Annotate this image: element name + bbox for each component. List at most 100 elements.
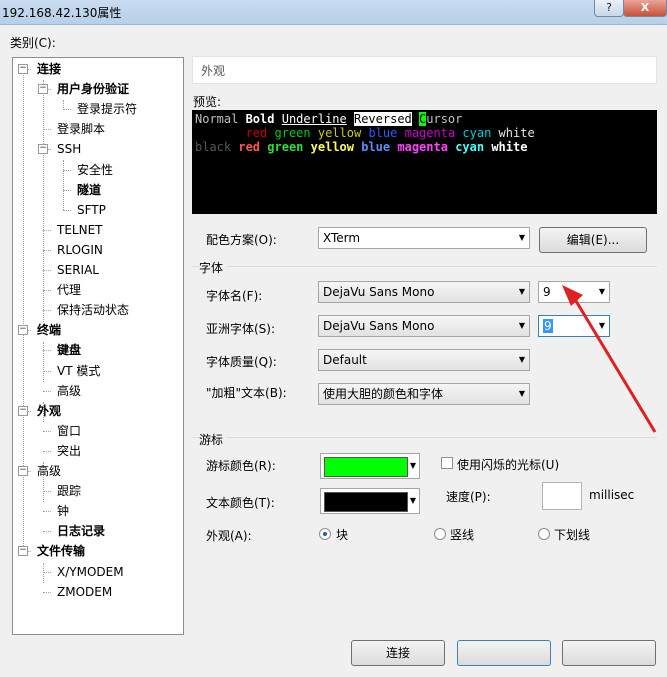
tree-item[interactable]: 安全性	[77, 161, 113, 179]
bold-text-select[interactable]: 使用大胆的颜色和字体 ▼	[318, 383, 530, 405]
preview-line-2: red green yellow blue magenta cyan white	[195, 126, 654, 140]
tree-item[interactable]: 跟踪	[57, 482, 81, 500]
preview-black: black	[195, 140, 232, 154]
blink-cursor-checkbox[interactable]	[441, 457, 453, 469]
preview-bright-red: red	[238, 140, 261, 154]
tree-guide-line	[63, 160, 64, 210]
font-name-label: 字体名(F):	[206, 289, 263, 303]
tree-guide-line	[43, 342, 44, 382]
font-group-divider	[192, 266, 657, 267]
tree-item[interactable]: ZMODEM	[57, 583, 112, 601]
tree-item[interactable]: X/YMODEM	[57, 563, 124, 581]
preview-bright-green: green	[267, 140, 304, 154]
speed-label: 速度(P):	[446, 490, 491, 504]
tree-item[interactable]: TELNET	[57, 221, 103, 239]
shape-underline-label: 下划线	[554, 528, 591, 542]
preview-cursor-rest: ursor	[426, 112, 463, 126]
tree-item[interactable]: 窗口	[57, 422, 81, 440]
tree-collapse-icon[interactable]: −	[38, 144, 48, 155]
tree-item[interactable]: 文件传输	[37, 542, 85, 560]
speed-input[interactable]	[542, 482, 582, 510]
tree-connector	[63, 189, 71, 191]
tree-item[interactable]: 隧道	[77, 181, 101, 199]
preview-bright-blue: blue	[361, 140, 391, 154]
tree-collapse-icon[interactable]: −	[38, 84, 48, 95]
color-scheme-label: 配色方案(O):	[206, 233, 277, 247]
chevron-down-icon: ▼	[598, 287, 605, 296]
tree-item[interactable]: 用户身份验证	[57, 80, 129, 98]
shape-block-radio[interactable]	[319, 528, 331, 540]
tree-item[interactable]: 连接	[37, 60, 61, 78]
tree-connector	[43, 229, 51, 231]
tree-collapse-icon[interactable]: −	[18, 325, 28, 336]
preview-dim-yellow: yellow	[317, 126, 362, 140]
tree-item[interactable]: VT 模式	[57, 362, 100, 380]
tree-item[interactable]: 代理	[57, 281, 81, 299]
bold-text-label: "加粗"文本(B):	[206, 386, 287, 400]
text-color-picker[interactable]: ▼	[320, 488, 420, 514]
chevron-down-icon: ▼	[518, 389, 525, 398]
chevron-down-icon: ▼	[518, 321, 525, 330]
cursor-color-label: 游标颜色(R):	[206, 459, 276, 473]
color-scheme-select[interactable]: XTerm ▼	[318, 227, 530, 249]
preview-underline: Underline	[281, 112, 347, 126]
preview-dim-cyan: cyan	[462, 126, 492, 140]
font-quality-value: Default	[323, 353, 367, 367]
edit-scheme-button[interactable]: 编辑(E)...	[539, 227, 647, 253]
preview-label: 预览:	[193, 95, 222, 109]
asian-font-value: DejaVu Sans Mono	[323, 319, 435, 333]
tree-connector	[43, 491, 51, 493]
tree-item[interactable]: 键盘	[57, 341, 81, 359]
font-name-select[interactable]: DejaVu Sans Mono ▼	[318, 281, 530, 303]
font-quality-label: 字体质量(Q):	[206, 355, 277, 369]
shape-line-radio[interactable]	[434, 528, 446, 540]
font-group-title: 字体	[199, 259, 228, 276]
asian-size-select[interactable]: 9 ▼	[538, 315, 610, 337]
cursor-color-picker[interactable]: ▼	[320, 453, 420, 479]
tree-item[interactable]: 高级	[37, 462, 61, 480]
font-quality-select[interactable]: Default ▼	[318, 349, 530, 371]
preview-dim-white: white	[498, 126, 535, 140]
shape-block-label: 块	[336, 528, 349, 542]
cursor-group-divider	[192, 437, 657, 438]
tree-item[interactable]: 登录提示符	[77, 100, 137, 118]
tree-collapse-icon[interactable]: −	[18, 405, 28, 416]
tree-item[interactable]: 登录脚本	[57, 120, 105, 138]
tree-item[interactable]: 外观	[37, 402, 61, 420]
tree-item[interactable]: 高级	[57, 382, 81, 400]
close-button[interactable]: X	[623, 0, 667, 17]
tree-item[interactable]: SFTP	[77, 201, 106, 219]
chevron-down-icon: ▼	[518, 287, 525, 296]
tree-connector	[43, 591, 51, 593]
tree-item[interactable]: 终端	[37, 321, 61, 339]
preview-line-3: black red green yellow blue magenta cyan…	[195, 140, 654, 154]
tree-item[interactable]: SERIAL	[57, 261, 99, 279]
preview-line-1: Normal Bold Underline Reversed Cursor	[195, 112, 654, 126]
terminal-preview: Normal Bold Underline Reversed Cursor re…	[192, 110, 657, 214]
help-button[interactable]: ?	[594, 0, 624, 17]
category-tree[interactable]: 连接 − 用户身份验证 − 登录提示符 登录脚本 SSH − 安全性 隧道 SFTP TELNET RL…	[12, 57, 184, 635]
tree-item[interactable]: 日志记录	[57, 522, 105, 540]
connect-button[interactable]: 连接	[351, 640, 445, 666]
tree-collapse-icon[interactable]: −	[18, 466, 28, 476]
tree-collapse-icon[interactable]: −	[18, 64, 28, 74]
tree-item[interactable]: 钟	[57, 502, 69, 520]
font-name-value: DejaVu Sans Mono	[323, 285, 435, 299]
tree-collapse-icon[interactable]: −	[18, 546, 28, 557]
preview-dim-red: red	[245, 126, 268, 140]
asian-font-select[interactable]: DejaVu Sans Mono ▼	[318, 315, 530, 337]
tree-connector	[43, 270, 51, 271]
tree-item[interactable]: 突出	[57, 442, 81, 460]
tree-item[interactable]: RLOGIN	[57, 241, 103, 259]
chevron-down-icon: ▼	[409, 496, 416, 505]
preview-reversed: Reversed	[353, 112, 412, 126]
tree-item[interactable]: SSH	[57, 140, 81, 158]
cancel-button[interactable]	[562, 640, 656, 666]
tree-item[interactable]: 保持活动状态	[57, 301, 129, 319]
font-size-select[interactable]: 9 ▼	[538, 281, 610, 303]
preview-bright-magenta: magenta	[397, 140, 448, 154]
shape-underline-radio[interactable]	[538, 528, 550, 540]
title-bar: 192.168.42.130属性 ? X	[0, 0, 667, 25]
ok-button[interactable]	[457, 640, 551, 666]
window-title: 192.168.42.130属性	[2, 6, 122, 20]
